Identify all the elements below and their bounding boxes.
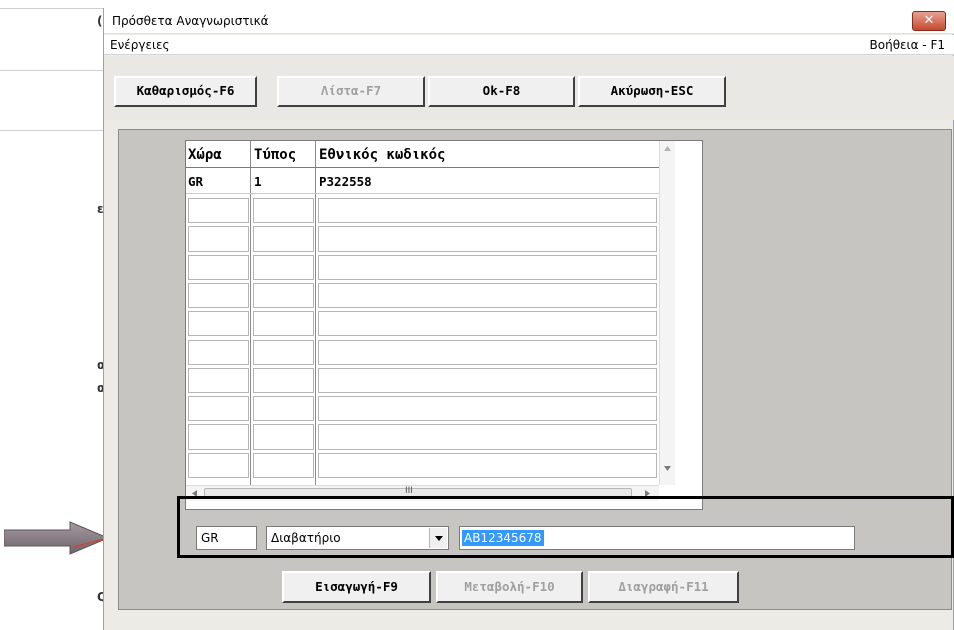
- toolbar: Καθαρισμός-F6 Λίστα-F7 Ok-F8 Ακύρωση-ESC: [104, 56, 954, 120]
- header-divider: [186, 167, 659, 168]
- table-cell[interactable]: [253, 198, 314, 224]
- background-page-line: [0, 130, 103, 131]
- table-cell[interactable]: [253, 311, 314, 337]
- table-cell[interactable]: [318, 367, 657, 394]
- title-bar: Πρόσθετα Αναγνωριστικά ✕: [104, 8, 954, 34]
- table-cell[interactable]: [188, 396, 249, 422]
- table-cell[interactable]: [253, 452, 314, 478]
- table-cell[interactable]: [188, 282, 249, 309]
- scroll-up-icon[interactable]: [663, 145, 672, 152]
- table-row[interactable]: [186, 198, 659, 224]
- vertical-scrollbar[interactable]: [659, 141, 675, 485]
- menu-actions[interactable]: Ενέργειες: [110, 38, 170, 52]
- scroll-down-icon[interactable]: [663, 465, 672, 472]
- column-header-country[interactable]: Χώρα: [188, 147, 222, 163]
- list-button[interactable]: Λίστα-F7: [277, 76, 425, 107]
- background-page-line: [0, 8, 103, 9]
- insert-button[interactable]: Εισαγωγή-F9: [282, 571, 431, 603]
- table-row[interactable]: [186, 367, 659, 394]
- table-cell[interactable]: [188, 226, 249, 252]
- annotation-highlight-box: [177, 496, 954, 558]
- cancel-button[interactable]: Ακύρωση-ESC: [578, 76, 726, 107]
- table-cell-country[interactable]: GR: [188, 174, 203, 189]
- table-cell[interactable]: [188, 311, 249, 337]
- row-divider: [186, 193, 659, 194]
- table-cell[interactable]: [318, 226, 657, 252]
- table-cell-type[interactable]: 1: [254, 174, 262, 189]
- background-page-glyph: (: [97, 14, 103, 28]
- background-page-line: [0, 70, 103, 71]
- table-cell[interactable]: [253, 282, 314, 309]
- table-cell[interactable]: [188, 339, 249, 365]
- scroll-grip-icon: III: [405, 486, 413, 496]
- table-row[interactable]: [186, 396, 659, 422]
- close-button[interactable]: ✕: [912, 11, 946, 31]
- modify-button[interactable]: Μεταβολή-F10: [436, 571, 583, 603]
- column-header-type[interactable]: Τύπος: [254, 147, 296, 163]
- clear-button[interactable]: Καθαρισμός-F6: [114, 76, 257, 107]
- table-row[interactable]: [186, 452, 659, 478]
- annotation-arrow-icon: [4, 521, 110, 555]
- table-row[interactable]: [186, 311, 659, 337]
- table-cell[interactable]: [318, 339, 657, 365]
- menu-bar: Ενέργειες Βοήθεια - F1: [104, 35, 954, 55]
- table-cell[interactable]: [188, 198, 249, 224]
- table-cell[interactable]: [318, 424, 657, 450]
- table-cell[interactable]: [318, 396, 657, 422]
- delete-button[interactable]: Διαγραφή-F11: [588, 571, 739, 603]
- table-cell-national-code[interactable]: P322558: [319, 174, 372, 189]
- table-cell[interactable]: [318, 311, 657, 337]
- table-cell[interactable]: [253, 226, 314, 252]
- table-cell[interactable]: [188, 452, 249, 478]
- table-cell[interactable]: [188, 367, 249, 394]
- ok-button[interactable]: Ok-F8: [428, 76, 575, 107]
- table-cell[interactable]: [188, 424, 249, 450]
- table-cell[interactable]: [318, 452, 657, 478]
- table-cell[interactable]: [253, 424, 314, 450]
- close-icon: ✕: [923, 13, 935, 28]
- identifiers-table[interactable]: Χώρα Τύπος Εθνικός κωδικός GR 1 P322558: [185, 140, 703, 510]
- table-row[interactable]: [186, 226, 659, 252]
- table-cell[interactable]: [253, 396, 314, 422]
- table-cell[interactable]: [253, 339, 314, 365]
- table-cell[interactable]: [318, 282, 657, 309]
- table-row[interactable]: [186, 339, 659, 365]
- table-cell[interactable]: [188, 254, 249, 280]
- table-cell[interactable]: [318, 198, 657, 224]
- table-cell[interactable]: [253, 254, 314, 280]
- table-row[interactable]: [186, 424, 659, 450]
- table-row[interactable]: [186, 254, 659, 280]
- table-row[interactable]: [186, 282, 659, 309]
- table-cell[interactable]: [318, 254, 657, 280]
- window-title: Πρόσθετα Αναγνωριστικά: [112, 14, 269, 28]
- table-cell[interactable]: [253, 367, 314, 394]
- menu-help[interactable]: Βοήθεια - F1: [870, 38, 945, 52]
- column-header-national-code[interactable]: Εθνικός κωδικός: [319, 147, 445, 163]
